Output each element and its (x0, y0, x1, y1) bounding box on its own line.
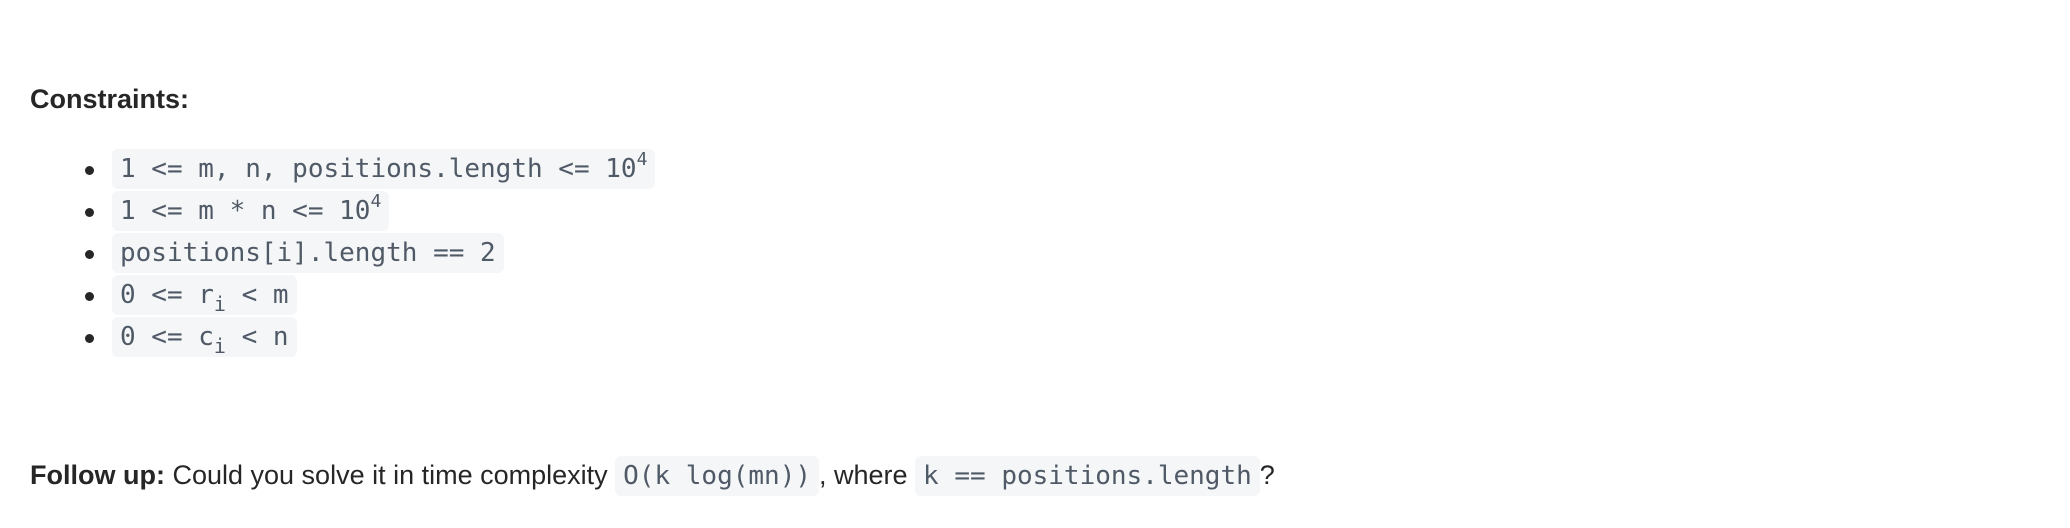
list-item: 1 <= m, n, positions.length <= 104 (84, 148, 656, 190)
constraint-subscript: i (213, 292, 226, 316)
constraint-exponent: 4 (636, 149, 648, 170)
constraint-code: 0 <= ri < m (112, 275, 297, 315)
constraint-code: 0 <= ci < n (112, 317, 297, 357)
constraint-code: 1 <= m, n, positions.length <= 104 (112, 149, 656, 189)
constraint-subscript: i (213, 334, 226, 358)
definition-code: k == positions.length (915, 456, 1260, 496)
complexity-code: O(k log(mn)) (615, 456, 819, 496)
list-item: 1 <= m * n <= 104 (84, 190, 655, 232)
follow-up-text: ? (1259, 460, 1275, 490)
constraint-code: 1 <= m * n <= 104 (112, 191, 390, 231)
constraint-code: positions[i].length == 2 (112, 233, 504, 273)
follow-up-label: Follow up: (30, 460, 165, 490)
constraint-text: < n (225, 322, 289, 352)
constraint-text: 0 <= c (120, 322, 214, 352)
list-item: positions[i].length == 2 (84, 232, 655, 274)
follow-up-text: Could you solve it in time complexity (164, 460, 616, 490)
constraints-heading: Constraints: (30, 84, 190, 114)
list-item: 0 <= ci < n (84, 316, 655, 358)
constraint-exponent: 4 (370, 191, 382, 212)
constraint-text: 1 <= m * n <= 10 (120, 196, 371, 226)
constraints-list: 1 <= m, n, positions.length <= 104 1 <= … (30, 148, 656, 358)
constraint-text: 0 <= r (120, 280, 214, 310)
constraint-text: < m (225, 280, 289, 310)
list-item: 0 <= ri < m (84, 274, 655, 316)
constraint-text: 1 <= m, n, positions.length <= 10 (120, 154, 637, 184)
constraint-text: positions[i].length == 2 (120, 238, 496, 268)
follow-up-paragraph: Follow up: Could you solve it in time co… (30, 455, 1275, 496)
follow-up-text: , where (819, 460, 916, 490)
